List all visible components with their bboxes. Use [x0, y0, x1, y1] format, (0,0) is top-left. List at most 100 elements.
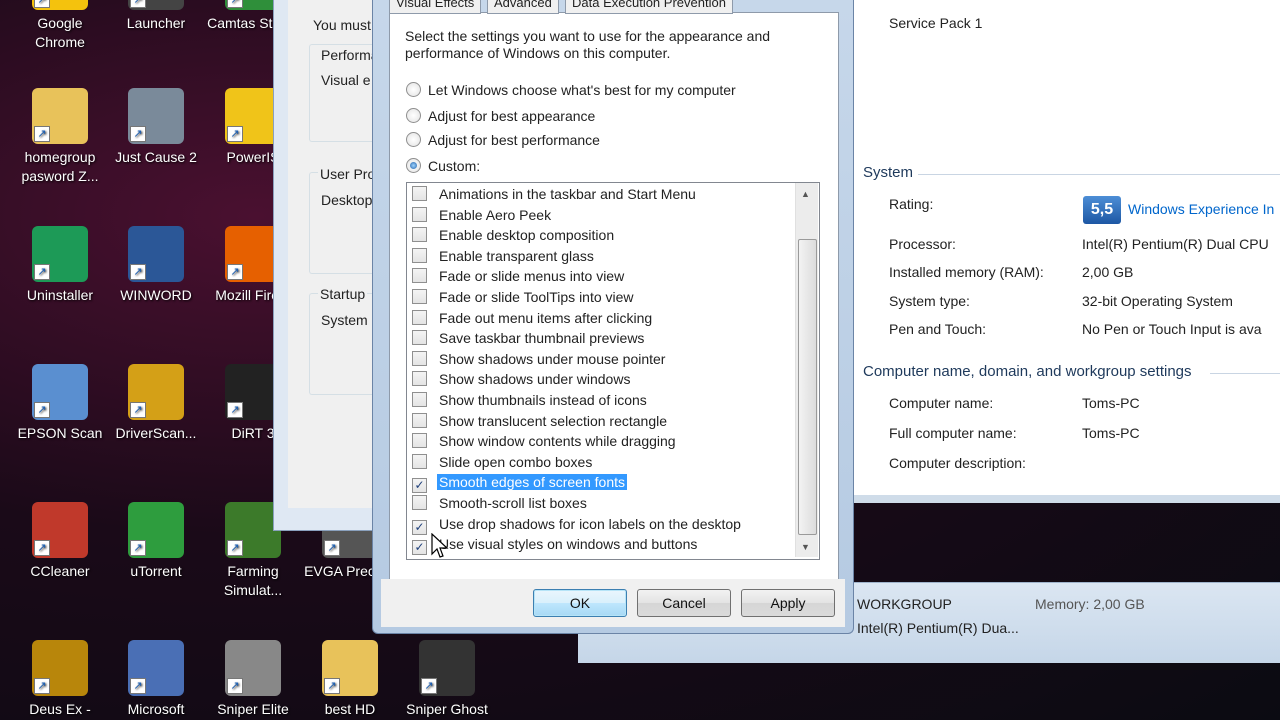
effect-item[interactable]: Fade or slide ToolTips into view [412, 287, 636, 307]
game-icon: ↗ [128, 88, 184, 144]
visio-icon: ↗ [128, 640, 184, 696]
radio-option[interactable]: Adjust for best performance [406, 130, 600, 150]
tab-data-execution-prevention[interactable]: Data Execution Prevention [565, 0, 733, 14]
tab-visual-effects[interactable]: Visual Effects [389, 0, 482, 14]
effect-item[interactable]: Fade or slide menus into view [412, 266, 626, 286]
effect-item[interactable]: Show window contents while dragging [412, 431, 678, 451]
radio-button[interactable] [406, 132, 421, 147]
effect-label: Smooth edges of screen fonts [437, 474, 627, 491]
effect-item[interactable]: Save taskbar thumbnail previews [412, 328, 646, 348]
full-name-value: Toms-PC [1082, 425, 1140, 441]
radio-button[interactable] [406, 82, 421, 97]
service-pack-text: Service Pack 1 [889, 15, 983, 31]
effect-checkbox[interactable]: ✓ [412, 519, 427, 535]
effect-checkbox[interactable] [412, 412, 427, 428]
effect-item[interactable]: Show thumbnails instead of icons [412, 390, 649, 410]
desktop-icon-label: uTorrent [130, 563, 182, 579]
ok-button[interactable]: OK [533, 589, 627, 617]
effect-checkbox[interactable] [412, 268, 427, 284]
desktop-icon[interactable]: ↗ homegroup pasword Z... [12, 88, 108, 186]
desktop-icon[interactable]: ↗ Deus Ex - [12, 640, 108, 719]
effect-label: Enable Aero Peek [439, 206, 552, 223]
effects-scrollbar[interactable]: ▲ ▼ [795, 183, 818, 557]
desktop-icon[interactable]: ↗ WINWORD [108, 226, 204, 305]
rating-label: Rating: [889, 196, 934, 212]
radio-option[interactable]: Let Windows choose what's best for my co… [406, 80, 736, 100]
desktop-icon-label: Microsoft [127, 701, 185, 717]
desktop-icon[interactable]: ↗ Sniper Ghost [399, 640, 495, 719]
effect-item[interactable]: ✓ Use drop shadows for icon labels on the… [412, 514, 743, 535]
radio-button[interactable] [406, 158, 421, 173]
desktop-icon[interactable]: ↗ Just Cause 2 [108, 88, 204, 167]
desktop-icon[interactable]: ↗ Microsoft [108, 640, 204, 719]
effect-item[interactable]: Smooth-scroll list boxes [412, 493, 589, 513]
system-type-label: System type: [889, 293, 970, 309]
effect-item[interactable]: Show shadows under windows [412, 369, 632, 389]
effect-item[interactable]: Enable transparent glass [412, 246, 596, 266]
effect-item[interactable]: Enable Aero Peek [412, 205, 553, 225]
desktop-icon[interactable]: ↗ Sniper Elite [205, 640, 301, 719]
effect-checkbox[interactable]: ✓ [412, 478, 427, 494]
tab-advanced[interactable]: Advanced [487, 0, 559, 14]
scroll-thumb[interactable] [798, 239, 817, 535]
effect-checkbox[interactable] [412, 392, 427, 407]
desktop-icon[interactable]: ↗ EPSON Scan [12, 364, 108, 443]
effect-checkbox[interactable] [412, 309, 427, 325]
desktop-icon[interactable]: ↗ best HD [302, 640, 398, 719]
effect-checkbox[interactable] [412, 247, 427, 263]
shortcut-arrow-icon: ↗ [130, 0, 146, 8]
effect-checkbox[interactable] [412, 453, 427, 469]
effect-checkbox[interactable] [412, 433, 427, 449]
folder-icon: ↗ [322, 640, 378, 696]
chrome-icon: ↗ [32, 0, 88, 10]
scroll-up-arrow-icon[interactable]: ▲ [801, 189, 810, 199]
desktop-icon-label: CCleaner [30, 563, 90, 579]
effect-checkbox[interactable] [412, 495, 427, 510]
radio-option[interactable]: Custom: [406, 156, 480, 176]
sniper-elite-icon: ↗ [225, 640, 281, 696]
effect-label: Smooth-scroll list boxes [439, 495, 587, 511]
effect-item[interactable]: ✓ Smooth edges of screen fonts [412, 472, 627, 494]
desktop-icon-label: Sniper Elite [217, 701, 289, 717]
memory-text: Memory: 2,00 GB [1035, 596, 1145, 612]
effect-item[interactable]: Show translucent selection rectangle [412, 411, 669, 431]
shortcut-arrow-icon: ↗ [34, 0, 50, 8]
radio-button[interactable] [406, 108, 421, 123]
effect-checkbox[interactable] [412, 227, 427, 243]
effect-checkbox[interactable] [412, 289, 427, 304]
effect-item[interactable]: ✓ Use visual styles on windows and button… [412, 534, 699, 556]
effect-checkbox[interactable] [412, 330, 427, 346]
system-type-value: 32-bit Operating System [1082, 293, 1233, 309]
cancel-button[interactable]: Cancel [637, 589, 731, 617]
shortcut-arrow-icon: ↗ [34, 264, 50, 280]
effect-item[interactable]: Animations in the taskbar and Start Menu [412, 184, 698, 204]
desktop-icon[interactable]: ↗ Launcher [108, 0, 204, 33]
radio-label: Let Windows choose what's best for my co… [428, 82, 736, 98]
radio-option[interactable]: Adjust for best appearance [406, 106, 595, 126]
desktop-icon[interactable]: ↗ CCleaner [12, 502, 108, 581]
desktop-icon[interactable]: ↗ uTorrent [108, 502, 204, 581]
effect-item[interactable]: Show shadows under mouse pointer [412, 349, 667, 369]
effect-checkbox[interactable] [412, 206, 427, 222]
effect-checkbox[interactable] [412, 371, 427, 387]
desktop-icon-label: WINWORD [120, 287, 192, 303]
effect-checkbox[interactable]: ✓ [412, 540, 427, 556]
uninstaller-icon: ↗ [32, 226, 88, 282]
shortcut-arrow-icon: ↗ [130, 264, 146, 280]
effect-checkbox[interactable] [412, 186, 427, 201]
effect-label: Fade or slide ToolTips into view [439, 289, 634, 305]
apply-button[interactable]: Apply [741, 589, 835, 617]
desktop-icon[interactable]: ↗ DriverScan... [108, 364, 204, 443]
effect-item[interactable]: Fade out menu items after clicking [412, 308, 654, 328]
desktop-icon[interactable]: ↗ Uninstaller [12, 226, 108, 305]
radio-label: Adjust for best performance [428, 132, 600, 148]
experience-index-link[interactable]: Windows Experience In [1128, 201, 1274, 217]
experience-index-badge[interactable]: 5,5 [1083, 196, 1121, 224]
cpu-short-text: Intel(R) Pentium(R) Dua... [857, 620, 1019, 636]
effect-item[interactable]: Enable desktop composition [412, 225, 616, 245]
effect-item[interactable]: Slide open combo boxes [412, 452, 594, 472]
desktop-icon[interactable]: ↗ Google Chrome [12, 0, 108, 52]
effect-checkbox[interactable] [412, 350, 427, 366]
shortcut-arrow-icon: ↗ [227, 678, 243, 694]
scroll-down-arrow-icon[interactable]: ▼ [801, 542, 810, 552]
